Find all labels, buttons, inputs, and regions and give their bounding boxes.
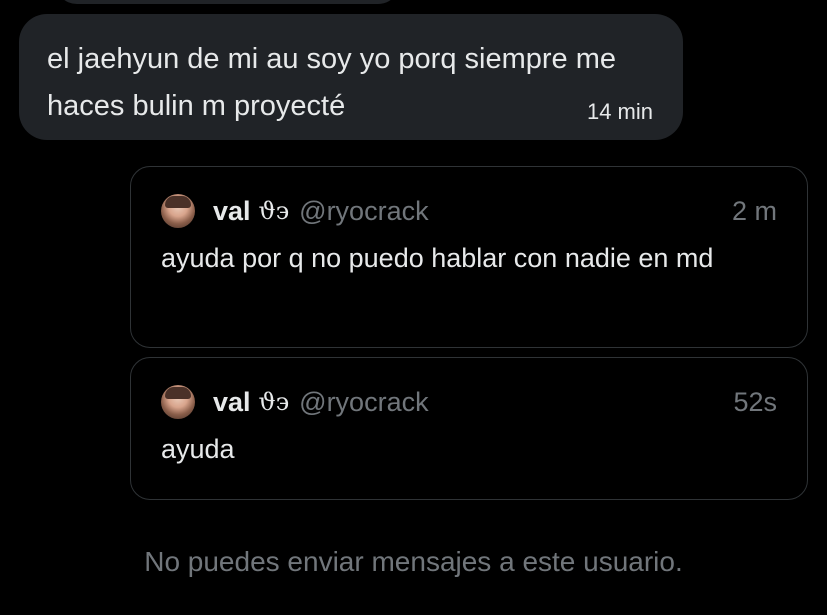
quoted-post-header: val ϑ϶ @ryocrack 52s (161, 384, 777, 420)
user-avatar[interactable] (161, 194, 195, 228)
quoted-post-header: val ϑ϶ @ryocrack 2 m (161, 193, 777, 229)
quoted-post-text: ayuda por q no puedo hablar con nadie en… (161, 243, 714, 273)
post-timestamp: 2 m (731, 195, 777, 226)
previous-message-bubble (55, 0, 400, 4)
message-bubble[interactable]: el jaehyun de mi au soy yo porq siempre … (19, 14, 683, 140)
author-handle: @ryocrack (299, 386, 429, 417)
message-text: el jaehyun de mi au soy yo porq siempre … (47, 43, 617, 122)
quoted-post-text: ayuda (161, 434, 235, 464)
message-timestamp: 14 min (586, 99, 653, 124)
user-avatar[interactable] (161, 385, 195, 419)
quoted-post-card[interactable]: val ϑ϶ @ryocrack 52s ayuda (130, 357, 808, 500)
author-name-glyph: ϑ϶ (258, 197, 290, 225)
author-handle: @ryocrack (299, 195, 429, 226)
author-name: val (213, 386, 251, 417)
post-timestamp: 52s (733, 386, 777, 417)
quoted-post-card[interactable]: val ϑ϶ @ryocrack 2 m ayuda por q no pued… (130, 166, 808, 348)
cannot-message-notice: No puedes enviar mensajes a este usuario… (144, 546, 683, 577)
author-name-glyph: ϑ϶ (258, 388, 290, 416)
author-name: val (213, 195, 251, 226)
